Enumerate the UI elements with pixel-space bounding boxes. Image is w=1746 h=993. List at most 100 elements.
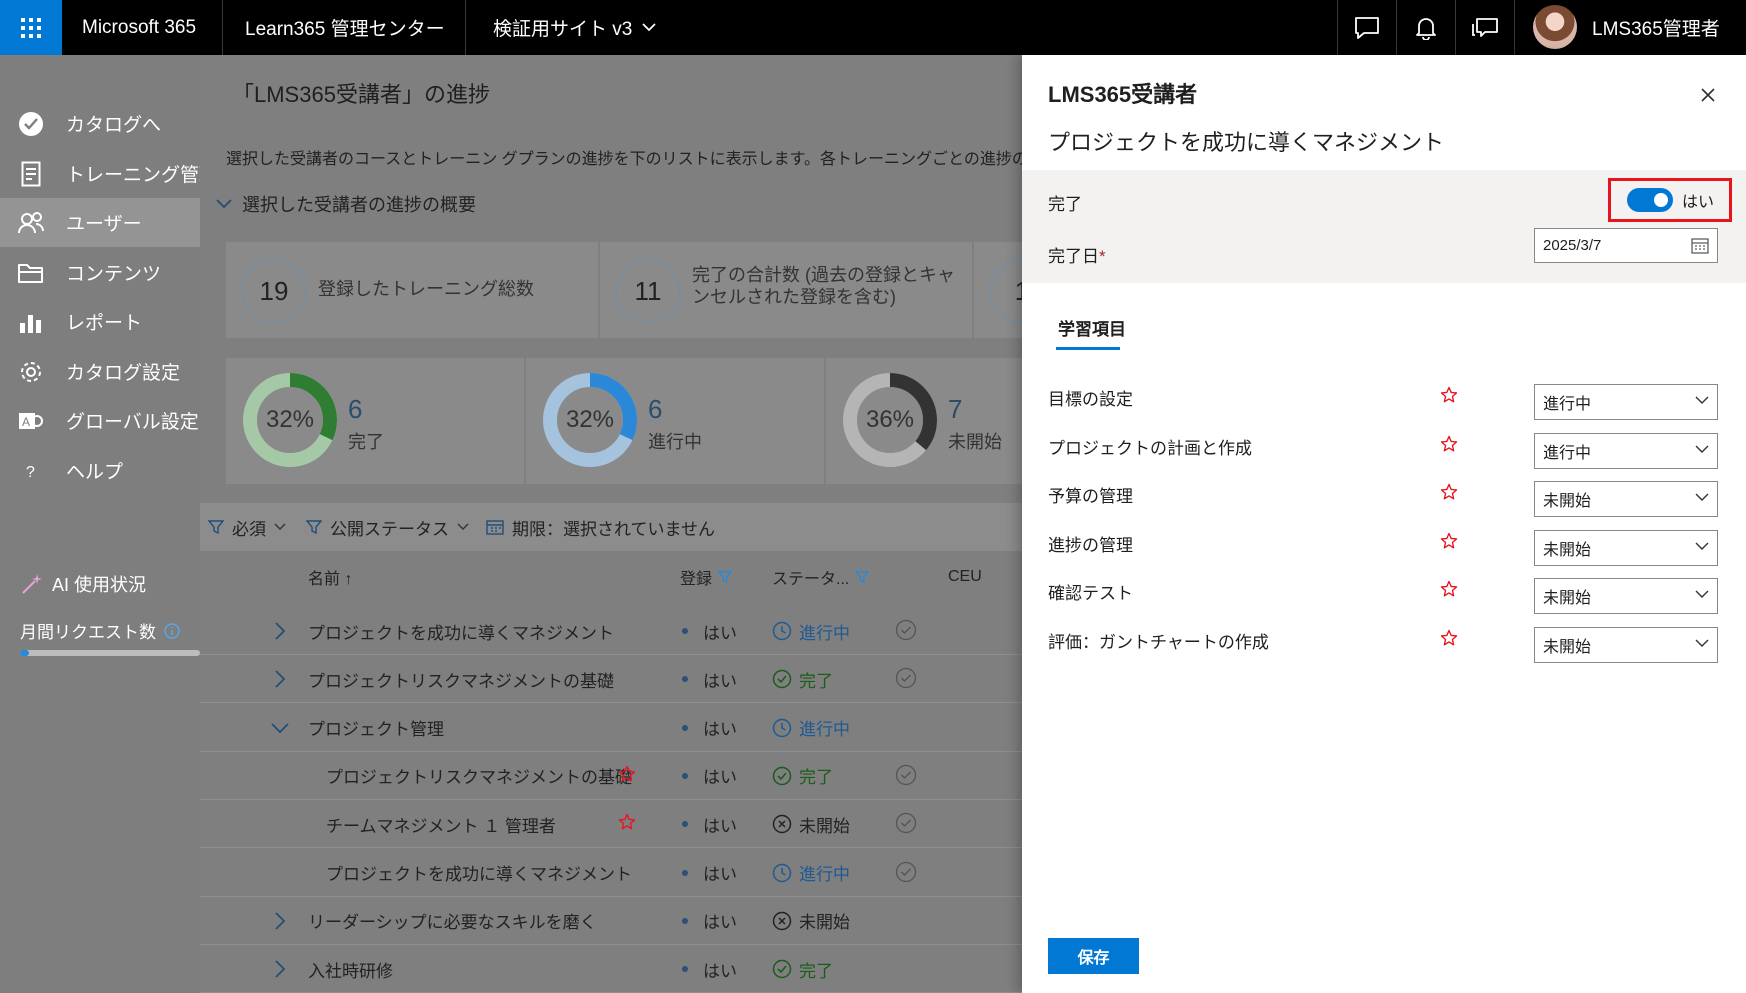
ceu-check-icon <box>895 619 917 641</box>
info-icon[interactable] <box>164 622 180 639</box>
nav-item-help[interactable]: ? ヘルプ <box>0 446 200 495</box>
nav-item-global-settings[interactable]: A グローバル設定 <box>0 396 200 445</box>
column-header-ceu[interactable]: CEU <box>948 552 982 602</box>
chat-icon[interactable] <box>1338 0 1396 55</box>
nav-item-catalog[interactable]: カタログへ <box>0 99 200 148</box>
filter-publish-status[interactable]: 公開ステータス <box>306 503 469 551</box>
chevron-right-icon[interactable] <box>274 621 286 641</box>
clock-icon <box>772 863 792 883</box>
cancel-circle-icon <box>772 911 792 931</box>
feedback-icon[interactable] <box>1456 0 1514 55</box>
monthly-requests-fill <box>20 650 29 656</box>
calendar-icon[interactable] <box>1691 237 1709 254</box>
row-status: 完了 <box>772 752 833 800</box>
stat-card-third: 1 <box>974 242 1022 338</box>
bell-icon[interactable] <box>1397 0 1455 55</box>
waffle-icon[interactable] <box>0 0 62 55</box>
row-name[interactable]: プロジェクト管理 <box>308 704 444 752</box>
chevron-right-icon[interactable] <box>274 911 286 931</box>
row-name[interactable]: チームマネジメント １ 管理者 <box>326 800 556 848</box>
ceu-check-icon <box>895 861 917 883</box>
row-name[interactable]: プロジェクトを成功に導くマネジメント <box>308 607 614 655</box>
ai-usage-heading: AI 使用状況 <box>20 571 146 597</box>
row-name[interactable]: 入社時研修 <box>308 945 393 993</box>
required-star-icon <box>1440 532 1458 550</box>
row-name[interactable]: プロジェクトリスクマネジメントの基礎 <box>308 655 614 703</box>
filter-label: 公開ステータス <box>330 519 449 539</box>
table-row[interactable]: リーダーシップに必要なスキルを磨く はい 未開始 <box>200 897 1022 945</box>
completion-date-label-text: 完了日 <box>1048 247 1099 266</box>
bar-chart-icon <box>16 307 46 337</box>
filter-bar: 必須 公開ステータス 期限：選択されていません <box>200 503 1022 551</box>
required-star-icon <box>1440 629 1458 647</box>
nav-item-label: カタログへ <box>66 115 162 136</box>
donut-card-complete: 32% 6 完了 <box>226 358 524 484</box>
donut-label: 完了 <box>348 432 384 452</box>
chevron-down-icon <box>216 199 232 209</box>
donut-card-notstarted: 36% 7 未開始 <box>826 358 1022 484</box>
filter-icon <box>855 570 870 584</box>
select-value: 進行中 <box>1543 396 1592 413</box>
nav-item-reports[interactable]: レポート <box>0 297 200 346</box>
learning-item-status-select[interactable]: 進行中 <box>1534 384 1718 420</box>
learning-item-status-select[interactable]: 進行中 <box>1534 432 1718 469</box>
tab-learning-items[interactable]: 学習項目 <box>1058 315 1126 340</box>
divider <box>465 0 466 55</box>
row-name[interactable]: プロジェクトを成功に導くマネジメント <box>326 849 632 897</box>
registered-dot <box>682 869 688 876</box>
close-button[interactable] <box>1694 81 1722 109</box>
column-header-status[interactable]: ステータ... <box>772 552 870 602</box>
app-name[interactable]: Learn365 管理センター <box>245 0 445 55</box>
donut-percent: 32% <box>565 406 615 433</box>
completion-date-field[interactable]: 2025/3/7 <box>1534 228 1718 263</box>
filter-label: 必須 <box>232 519 266 539</box>
learning-item-status-select[interactable]: 未開始 <box>1534 627 1718 663</box>
row-status-label: 完了 <box>799 768 833 788</box>
completion-date-value: 2025/3/7 <box>1543 237 1602 254</box>
nav-item-users[interactable]: ユーザー <box>0 198 200 247</box>
table-row[interactable]: プロジェクトを成功に導くマネジメント はい 進行中 <box>200 849 1022 897</box>
close-icon <box>1700 87 1716 103</box>
user-name[interactable]: LMS365管理者 <box>1592 0 1720 55</box>
table-row[interactable]: プロジェクトを成功に導くマネジメント はい 進行中 <box>200 607 1022 655</box>
table-row[interactable]: プロジェクト管理 はい 進行中 <box>200 704 1022 752</box>
table-row[interactable]: チームマネジメント １ 管理者 はい 未開始 <box>200 800 1022 849</box>
required-star-icon <box>618 765 636 783</box>
learning-item-status-select[interactable]: 未開始 <box>1534 481 1718 518</box>
complete-toggle-text: はい <box>1682 194 1715 211</box>
table-row[interactable]: プロジェクトリスクマネジメントの基礎 はい 完了 <box>200 655 1022 704</box>
column-header-registered[interactable]: 登録 <box>680 552 733 602</box>
row-name[interactable]: リーダーシップに必要なスキルを磨く <box>308 897 597 945</box>
divider <box>222 0 223 55</box>
nav-item-content[interactable]: コンテンツ <box>0 248 200 297</box>
column-header-name[interactable]: 名前 ↑ <box>308 552 352 602</box>
row-name[interactable]: プロジェクトリスクマネジメントの基礎 <box>326 752 632 800</box>
calendar-icon <box>486 519 504 535</box>
chevron-right-icon[interactable] <box>274 669 286 689</box>
learning-item-status-select[interactable]: 未開始 <box>1534 529 1718 566</box>
required-star-icon <box>1440 483 1458 501</box>
avatar[interactable] <box>1533 5 1577 49</box>
learning-item-status-select[interactable]: 未開始 <box>1534 578 1718 615</box>
site-selector[interactable]: 検証用サイト v3 <box>493 0 656 55</box>
complete-toggle[interactable] <box>1627 188 1673 212</box>
chevron-right-icon[interactable] <box>274 959 286 979</box>
chevron-down-icon <box>1695 396 1709 405</box>
brand-name[interactable]: Microsoft 365 <box>82 0 196 55</box>
chevron-down-icon[interactable] <box>270 722 290 734</box>
table-row[interactable]: 入社時研修 はい 完了 <box>200 945 1022 993</box>
save-button[interactable]: 保存 <box>1048 938 1139 974</box>
required-mark: * <box>1099 247 1106 266</box>
chevron-down-icon <box>642 23 656 32</box>
nav-item-catalog-settings[interactable]: カタログ設定 <box>0 347 200 396</box>
stat-value: 11 <box>616 259 680 323</box>
table-row[interactable]: プロジェクトリスクマネジメントの基礎 はい 完了 <box>200 752 1022 800</box>
filter-due-date[interactable]: 期限：選択されていません <box>486 503 715 551</box>
users-icon <box>16 208 46 238</box>
row-status: 完了 <box>772 655 833 703</box>
summary-toggle[interactable]: 選択した受講者の進捗の概要 <box>216 191 476 217</box>
select-value: 未開始 <box>1543 639 1592 656</box>
filter-required[interactable]: 必須 <box>208 503 286 551</box>
nav-item-training[interactable]: トレーニング管理 <box>0 149 200 198</box>
learning-item-label: 評価：ガントチャートの作成 <box>1048 633 1269 652</box>
